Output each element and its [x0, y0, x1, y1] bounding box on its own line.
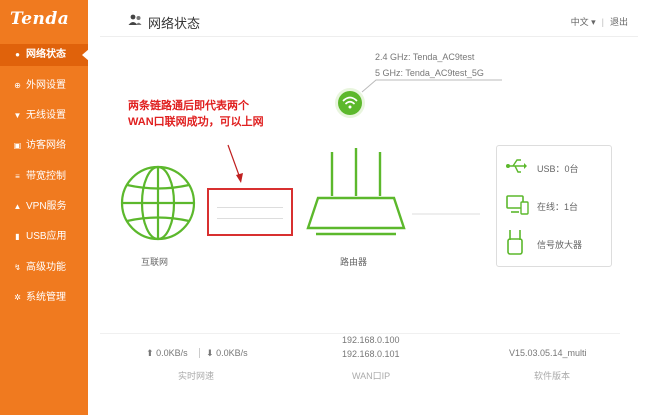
- upload-speed: ⬆ 0.0KB/s: [146, 348, 188, 359]
- firmware-version-label: 软件版本: [534, 371, 571, 381]
- computer-icon: [506, 195, 529, 215]
- footer-divider: [100, 333, 620, 334]
- usb-icon: [506, 159, 527, 173]
- annotation-line-2: WAN口联网成功，可以上网: [128, 116, 264, 128]
- wan-link-box: [207, 188, 293, 236]
- extender-label: 信号放大器: [537, 240, 583, 250]
- firmware-version: V15.03.05.14_multi: [509, 348, 587, 358]
- router-label: 路由器: [340, 257, 368, 267]
- download-speed: ⬇ 0.0KB/s: [206, 348, 248, 359]
- arrow-up-icon: ⬆: [146, 348, 154, 358]
- annotation-line-1: 两条链路通后即代表两个: [128, 100, 249, 112]
- extender-row[interactable]: 信号放大器: [497, 230, 613, 258]
- online-count: 在线：1台: [537, 202, 579, 212]
- upload-value: 0.0KB/s: [156, 348, 188, 358]
- speed-separator: [199, 348, 200, 358]
- annotation-note: 两条链路通后即代表两个 WAN口联网成功，可以上网: [128, 98, 264, 130]
- wan-ip-1: 192.168.0.100: [342, 335, 400, 345]
- extender-icon: [507, 230, 523, 255]
- wifi-callout-line: [361, 79, 502, 93]
- online-device-row[interactable]: 在线：1台: [497, 194, 613, 220]
- wan-ip-2: 192.168.0.101: [342, 349, 400, 359]
- wan-link-line-1: [217, 207, 283, 208]
- annotation-arrow-icon: [227, 144, 243, 183]
- arrow-down-icon: ⬇: [206, 348, 214, 358]
- download-value: 0.0KB/s: [216, 348, 248, 358]
- internet-label: 互联网: [141, 257, 169, 267]
- device-panel: USB：0台 在线：1台 信号放大器: [496, 145, 612, 267]
- wan-link-line-2: [217, 218, 283, 219]
- usb-device-row[interactable]: USB：0台: [497, 156, 613, 182]
- wifi-badge-icon: [335, 88, 365, 118]
- wan-ip-label: WAN口IP: [352, 371, 391, 381]
- router-icon: [306, 148, 406, 236]
- speed-label: 实时网速: [178, 371, 215, 381]
- usb-count: USB：0台: [537, 164, 579, 174]
- globe-internet-icon: [120, 165, 196, 241]
